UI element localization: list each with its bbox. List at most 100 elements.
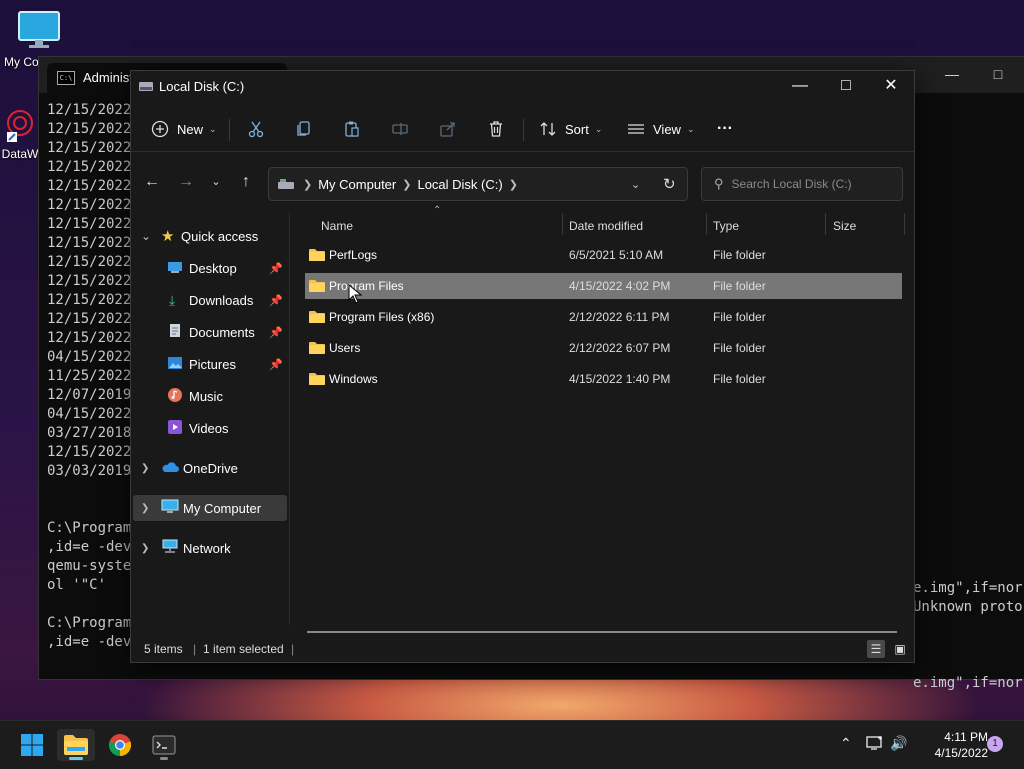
address-dropdown-button[interactable]: ⌄	[631, 178, 640, 191]
sidebar-item-label: Network	[183, 540, 231, 556]
chevron-right-icon: ❯	[303, 178, 313, 191]
console-output-right: e.img",if=nor Unknown proto e.img",if=nor	[913, 579, 1023, 693]
view-button[interactable]: View ⌄	[627, 117, 695, 141]
file-explorer-window[interactable]: Local Disk (C:) — □ ✕ New ⌄ Sort ⌄ View …	[130, 70, 915, 663]
forward-button[interactable]: →	[173, 169, 199, 195]
selection-count: 1 item selected	[203, 642, 284, 656]
start-button[interactable]	[13, 729, 51, 761]
details-view-icon[interactable]: ☰	[867, 640, 885, 658]
chevron-right-icon[interactable]: ❯	[141, 463, 149, 474]
new-button[interactable]: New ⌄	[151, 117, 217, 141]
cmd-icon: C:\	[57, 71, 75, 85]
console-minimize-button[interactable]: —	[929, 57, 975, 93]
video-icon	[167, 419, 183, 438]
chevron-down-icon[interactable]: ⌄	[141, 229, 151, 243]
close-button[interactable]: ✕	[868, 71, 914, 103]
up-button[interactable]: ↑	[233, 169, 259, 195]
clipboard-icon	[345, 121, 359, 137]
folder-icon	[309, 279, 325, 295]
file-explorer-icon	[64, 735, 88, 755]
sidebar-item-music[interactable]: Music	[133, 383, 287, 409]
file-name: Program Files	[329, 279, 404, 293]
copy-button[interactable]	[295, 117, 313, 141]
chevron-right-icon[interactable]: ❯	[141, 543, 149, 554]
file-type: File folder	[713, 372, 766, 386]
taskbar: ⌃ 🔊 4:11 PM 4/15/2022	[0, 720, 1024, 769]
datawarehouse-icon	[0, 108, 40, 145]
sidebar-item-label: Videos	[189, 420, 229, 436]
search-box[interactable]: ⚲	[701, 167, 903, 201]
chevron-right-icon[interactable]: ❯	[141, 503, 149, 514]
delete-button[interactable]	[487, 117, 505, 141]
breadcrumb-local-disk[interactable]: Local Disk (C:)	[417, 177, 502, 192]
command-bar: New ⌄ Sort ⌄ View ⌄ ···	[131, 107, 914, 152]
column-divider[interactable]	[904, 213, 905, 235]
column-divider[interactable]	[562, 213, 563, 235]
sidebar-item-label: OneDrive	[183, 460, 238, 476]
taskbar-terminal[interactable]	[145, 729, 183, 761]
sidebar-item-downloads[interactable]: ⤓ Downloads 📌	[133, 287, 287, 313]
mouse-cursor-icon	[348, 283, 363, 307]
minimize-button[interactable]: —	[777, 71, 823, 103]
file-row[interactable]: Program Files (x86) 2/12/2022 6:11 PM Fi…	[305, 304, 902, 330]
paste-button[interactable]	[343, 117, 361, 141]
file-row[interactable]: Users 2/12/2022 6:07 PM File folder	[305, 335, 902, 361]
explorer-titlebar[interactable]: Local Disk (C:) — □ ✕	[131, 71, 914, 103]
chevron-right-icon: ❯	[508, 178, 518, 191]
notification-badge[interactable]: 1	[987, 736, 1003, 752]
sort-icon	[540, 122, 556, 136]
download-icon: ⤓	[169, 291, 176, 308]
window-title: Local Disk (C:)	[159, 79, 245, 94]
desktop-icon-datawarehouse[interactable]: DataW	[0, 108, 40, 161]
refresh-icon[interactable]: ↻	[663, 175, 676, 193]
sidebar-item-desktop[interactable]: Desktop 📌	[133, 255, 287, 281]
console-maximize-button[interactable]: □	[975, 57, 1021, 93]
tiles-view-icon[interactable]: ▣	[891, 640, 909, 658]
file-name: Windows	[329, 372, 378, 386]
cut-button[interactable]	[247, 117, 265, 141]
taskbar-file-explorer[interactable]	[57, 729, 95, 761]
rename-button[interactable]	[391, 117, 409, 141]
sidebar-item-network[interactable]: ❯ Network	[133, 535, 287, 561]
sidebar-item-label: Desktop	[189, 260, 237, 276]
taskbar-chrome[interactable]	[101, 729, 139, 761]
maximize-button[interactable]: □	[823, 71, 869, 103]
more-options-button[interactable]: ···	[717, 117, 733, 141]
recent-locations-button[interactable]: ⌄	[203, 169, 229, 195]
file-row[interactable]: Program Files 4/15/2022 4:02 PM File fol…	[305, 273, 902, 299]
network-icon	[161, 539, 179, 557]
cloud-icon	[161, 461, 179, 476]
sidebar-item-videos[interactable]: Videos	[133, 415, 287, 441]
sidebar-item-quick-access[interactable]: ⌄ ★ Quick access	[133, 223, 287, 249]
folder-icon	[309, 310, 325, 326]
volume-icon[interactable]: 🔊	[890, 735, 907, 752]
breadcrumb-my-computer[interactable]: My Computer	[318, 177, 396, 192]
folder-icon	[309, 372, 325, 388]
chevron-right-icon: ❯	[402, 178, 412, 191]
address-bar[interactable]: ❯ My Computer ❯ Local Disk (C:) ❯ ⌄ ↻	[268, 167, 688, 201]
file-date: 4/15/2022 1:40 PM	[569, 372, 671, 386]
column-divider[interactable]	[706, 213, 707, 235]
sidebar-item-documents[interactable]: Documents 📌	[133, 319, 287, 345]
sidebar-item-onedrive[interactable]: ❯ OneDrive	[133, 455, 287, 481]
sort-button[interactable]: Sort ⌄	[539, 117, 602, 141]
column-divider[interactable]	[825, 213, 826, 235]
sidebar-item-pictures[interactable]: Pictures 📌	[133, 351, 287, 377]
back-button[interactable]: ←	[139, 169, 165, 195]
sidebar-item-my-computer[interactable]: ❯ My Computer	[133, 495, 287, 521]
file-row[interactable]: Windows 4/15/2022 1:40 PM File folder	[305, 366, 902, 392]
pin-icon: 📌	[269, 358, 283, 371]
pin-icon: 📌	[269, 262, 283, 275]
clock-date: 4/15/2022	[934, 746, 988, 760]
sidebar-item-label: Documents	[189, 324, 255, 340]
clock[interactable]: 4:11 PM 4/15/2022	[912, 729, 988, 761]
horizontal-scrollbar[interactable]	[307, 631, 897, 633]
chevron-up-icon[interactable]: ⌃	[840, 735, 852, 752]
music-icon	[167, 387, 183, 406]
file-row[interactable]: PerfLogs 6/5/2021 5:10 AM File folder	[305, 242, 902, 268]
search-input[interactable]	[729, 176, 894, 192]
sidebar-item-label: Music	[189, 388, 223, 404]
network-status-icon[interactable]	[866, 735, 884, 754]
share-button[interactable]	[439, 117, 457, 141]
